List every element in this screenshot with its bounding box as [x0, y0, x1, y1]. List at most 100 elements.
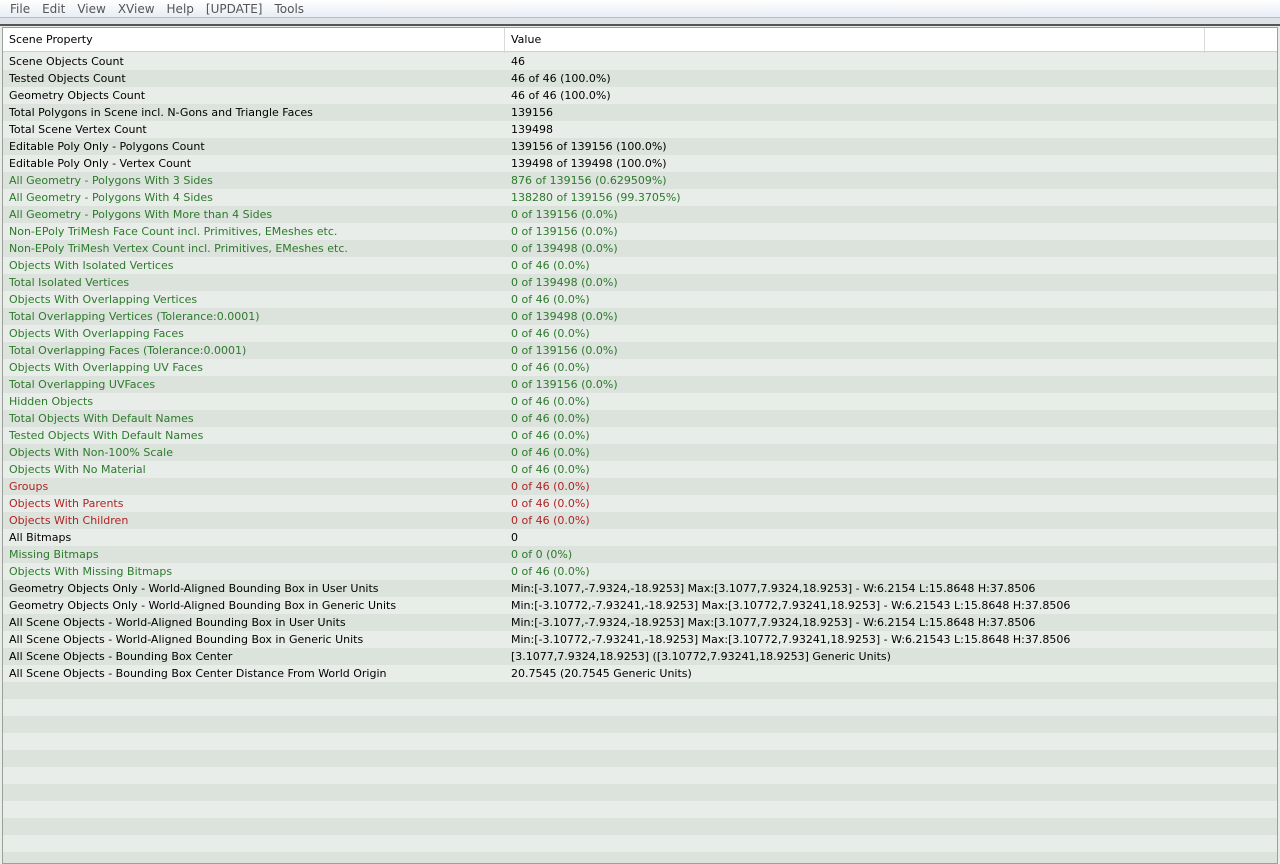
value-cell: 0 of 139498 (0.0%)	[511, 276, 618, 289]
scene-properties-grid: Scene Property Value Scene Objects Count…	[2, 27, 1278, 864]
table-row[interactable]	[3, 801, 1277, 818]
extra-cell	[1205, 70, 1277, 87]
table-row[interactable]	[3, 716, 1277, 733]
menu-view[interactable]: View	[71, 0, 111, 18]
table-row[interactable]: Objects With Overlapping Vertices 0 of 46…	[3, 291, 1277, 308]
extra-cell	[1205, 597, 1277, 614]
table-row[interactable]: Geometry Objects Only - World-Aligned Bo…	[3, 597, 1277, 614]
table-row[interactable]: Total Polygons in Scene incl. N-Gons and…	[3, 104, 1277, 121]
table-row[interactable]	[3, 750, 1277, 767]
menu-tools[interactable]: Tools	[269, 0, 311, 18]
property-cell: All Geometry - Polygons With 3 Sides	[9, 174, 213, 187]
table-row[interactable]: All Geometry - Polygons With 4 Sides 1382…	[3, 189, 1277, 206]
table-row[interactable]: Hidden Objects 0 of 46 (0.0%)	[3, 393, 1277, 410]
value-cell	[505, 716, 1205, 733]
extra-cell	[1205, 274, 1277, 291]
property-cell	[3, 852, 505, 863]
table-row[interactable]: Objects With Parents 0 of 46 (0.0%)	[3, 495, 1277, 512]
table-row[interactable]: All Bitmaps 0	[3, 529, 1277, 546]
table-row[interactable]	[3, 682, 1277, 699]
table-row[interactable]: Total Scene Vertex Count 139498	[3, 121, 1277, 138]
value-cell: 0 of 139156 (0.0%)	[511, 208, 618, 221]
table-row[interactable]: Geometry Objects Only - World-Aligned Bo…	[3, 580, 1277, 597]
menu-help[interactable]: Help	[161, 0, 200, 18]
table-row[interactable]: Editable Poly Only - Vertex Count 139498 …	[3, 155, 1277, 172]
table-row[interactable]: Missing Bitmaps 0 of 0 (0%)	[3, 546, 1277, 563]
menu-file[interactable]: File	[4, 0, 36, 18]
extra-cell	[1205, 257, 1277, 274]
grid-header: Scene Property Value	[3, 28, 1277, 52]
property-cell: Hidden Objects	[9, 395, 94, 408]
value-cell: [3.1077,7.9324,18.9253] ([3.10772,7.9324…	[511, 650, 891, 663]
property-cell: All Bitmaps	[9, 531, 72, 544]
extra-cell	[1205, 461, 1277, 478]
column-header-value[interactable]: Value	[505, 28, 1205, 52]
table-row[interactable]: Objects With Non-100% Scale 0 of 46 (0.0%…	[3, 444, 1277, 461]
table-row[interactable]: Groups 0 of 46 (0.0%)	[3, 478, 1277, 495]
extra-cell	[1205, 87, 1277, 104]
property-cell: Total Overlapping UVFaces	[9, 378, 156, 391]
table-row[interactable]: Total Objects With Default Names 0 of 46 …	[3, 410, 1277, 427]
property-cell	[3, 750, 505, 767]
table-row[interactable]: Total Overlapping Faces (Tolerance:0.000…	[3, 342, 1277, 359]
property-cell: Editable Poly Only - Polygons Count	[9, 140, 205, 153]
table-row[interactable]: Objects With Overlapping UV Faces 0 of 46…	[3, 359, 1277, 376]
table-row[interactable]: Total Overlapping UVFaces 0 of 139156 (0.…	[3, 376, 1277, 393]
table-row[interactable]: Total Overlapping Vertices (Tolerance:0.…	[3, 308, 1277, 325]
value-cell: 0 of 46 (0.0%)	[511, 497, 590, 510]
menu-edit[interactable]: Edit	[36, 0, 71, 18]
property-cell	[3, 835, 505, 852]
extra-cell	[1205, 716, 1277, 733]
extra-cell	[1205, 376, 1277, 393]
table-row[interactable]: Objects With No Material 0 of 46 (0.0%)	[3, 461, 1277, 478]
table-row[interactable]: Geometry Objects Count 46 of 46 (100.0%)	[3, 87, 1277, 104]
table-row[interactable]: Objects With Children 0 of 46 (0.0%)	[3, 512, 1277, 529]
property-cell: All Scene Objects - Bounding Box Center	[9, 650, 233, 663]
table-row[interactable]: Tested Objects With Default Names 0 of 46…	[3, 427, 1277, 444]
extra-cell	[1205, 138, 1277, 155]
table-row[interactable]: All Scene Objects - Bounding Box Center […	[3, 648, 1277, 665]
extra-cell	[1205, 189, 1277, 206]
extra-cell	[1205, 801, 1277, 818]
value-cell	[505, 852, 1205, 863]
table-row[interactable]: All Geometry - Polygons With 3 Sides 876 …	[3, 172, 1277, 189]
property-cell: Objects With Parents	[9, 497, 124, 510]
table-row[interactable]	[3, 835, 1277, 852]
table-row[interactable]: Tested Objects Count 46 of 46 (100.0%)	[3, 70, 1277, 87]
value-cell: 138280 of 139156 (99.3705%)	[511, 191, 681, 204]
value-cell: 876 of 139156 (0.629509%)	[511, 174, 667, 187]
value-cell	[505, 818, 1205, 835]
table-row[interactable]: Objects With Missing Bitmaps 0 of 46 (0.0…	[3, 563, 1277, 580]
column-header-scene-property[interactable]: Scene Property	[3, 28, 505, 52]
menu-xview[interactable]: XView	[112, 0, 161, 18]
table-row[interactable]: Non-EPoly TriMesh Face Count incl. Primi…	[3, 223, 1277, 240]
table-row[interactable]: All Scene Objects - World-Aligned Boundi…	[3, 614, 1277, 631]
column-header-extra[interactable]	[1205, 28, 1277, 52]
value-cell: 0 of 46 (0.0%)	[511, 412, 590, 425]
table-row[interactable]	[3, 852, 1277, 863]
extra-cell	[1205, 835, 1277, 852]
table-row[interactable]: All Scene Objects - Bounding Box Center …	[3, 665, 1277, 682]
table-row[interactable]: Scene Objects Count 46	[3, 53, 1277, 70]
table-row[interactable]: Objects With Overlapping Faces 0 of 46 (0…	[3, 325, 1277, 342]
extra-cell	[1205, 495, 1277, 512]
table-row[interactable]: All Scene Objects - World-Aligned Boundi…	[3, 631, 1277, 648]
table-row[interactable]	[3, 767, 1277, 784]
property-cell: Scene Objects Count	[9, 55, 124, 68]
table-row[interactable]: All Geometry - Polygons With More than 4…	[3, 206, 1277, 223]
menu-update[interactable]: [UPDATE]	[200, 0, 269, 18]
table-row[interactable]	[3, 733, 1277, 750]
value-cell: 0 of 139156 (0.0%)	[511, 378, 618, 391]
extra-cell	[1205, 529, 1277, 546]
table-row[interactable]: Non-EPoly TriMesh Vertex Count incl. Pri…	[3, 240, 1277, 257]
extra-cell	[1205, 767, 1277, 784]
extra-cell	[1205, 342, 1277, 359]
value-cell	[505, 835, 1205, 852]
table-row[interactable]	[3, 818, 1277, 835]
table-row[interactable]: Editable Poly Only - Polygons Count 13915…	[3, 138, 1277, 155]
table-row[interactable]	[3, 784, 1277, 801]
property-cell	[3, 767, 505, 784]
table-row[interactable]: Objects With Isolated Vertices 0 of 46 (0…	[3, 257, 1277, 274]
table-row[interactable]: Total Isolated Vertices 0 of 139498 (0.0%…	[3, 274, 1277, 291]
table-row[interactable]	[3, 699, 1277, 716]
